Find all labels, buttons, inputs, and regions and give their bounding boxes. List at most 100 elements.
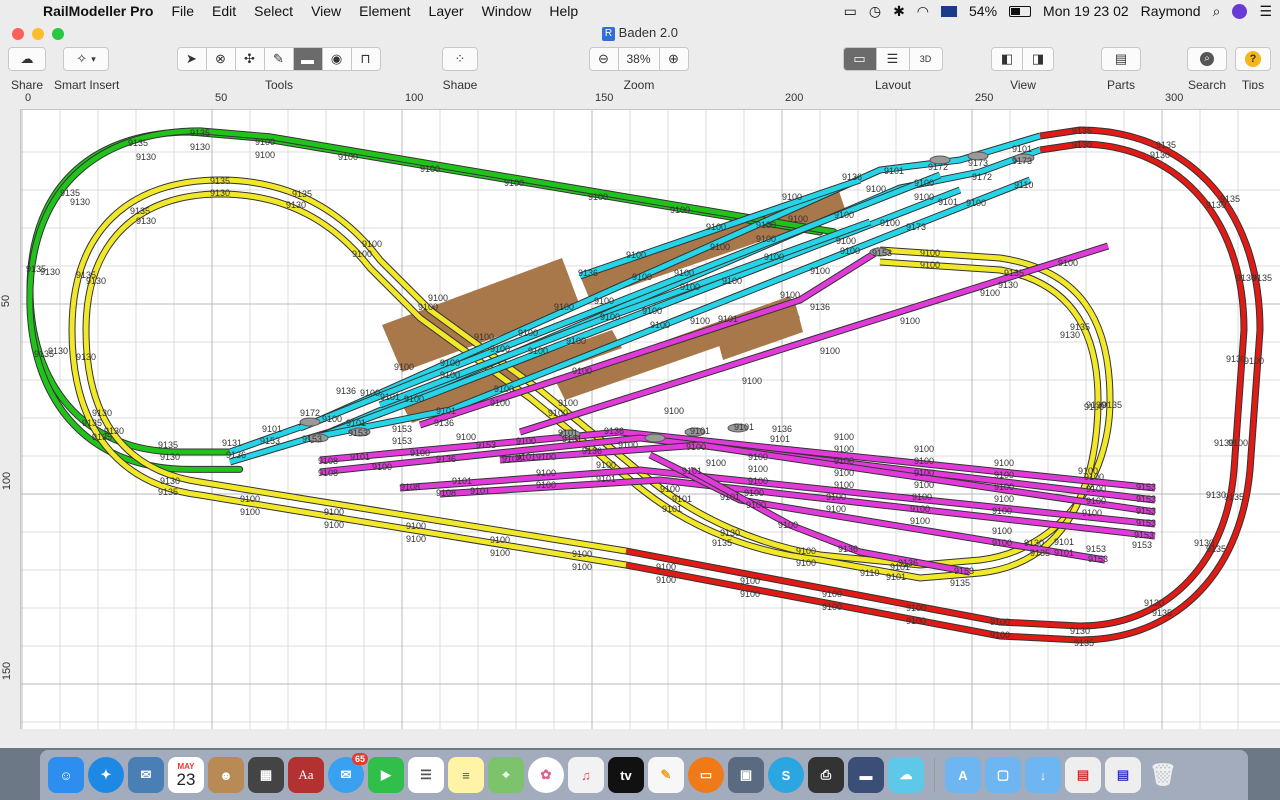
books-icon[interactable]: ▭ bbox=[688, 757, 724, 793]
track-label: 9100 bbox=[1058, 258, 1078, 268]
apple-tv-icon[interactable]: tv bbox=[608, 757, 644, 793]
ruler-tool-button[interactable]: ▬ bbox=[292, 47, 323, 71]
messages-icon[interactable]: ✉ 65 bbox=[328, 753, 368, 793]
spotlight-icon[interactable]: ⌕ bbox=[1213, 3, 1221, 20]
preview-viewer-icon[interactable]: ▣ bbox=[728, 757, 764, 793]
track-label: 9130 bbox=[1070, 626, 1090, 636]
document-icon: R bbox=[602, 26, 616, 41]
facetime-icon[interactable]: ▶ bbox=[368, 757, 404, 793]
calculator-icon[interactable]: ▦ bbox=[248, 757, 284, 793]
parts-button[interactable]: ▤ bbox=[1101, 47, 1141, 71]
documents-folder-icon[interactable]: ▢ bbox=[985, 757, 1021, 793]
track-label: 9153 bbox=[1086, 544, 1106, 554]
maps-icon[interactable]: ⌖ bbox=[488, 757, 524, 793]
reminders-icon[interactable]: ☰ bbox=[408, 757, 444, 793]
track-label: 9130 bbox=[160, 476, 180, 486]
track-label: 9135 bbox=[1220, 194, 1240, 204]
track-label: 9100 bbox=[406, 534, 426, 544]
layout-split-button[interactable]: ☰ bbox=[875, 47, 910, 71]
safari-icon[interactable]: ✦ bbox=[88, 757, 124, 793]
airplay-icon[interactable]: ▭ bbox=[844, 3, 857, 20]
finder-icon[interactable]: ☺ bbox=[48, 757, 84, 793]
zoom-value[interactable]: 38% bbox=[617, 47, 660, 71]
wifi-icon[interactable]: ◠ bbox=[917, 3, 929, 20]
layout-2d-button[interactable]: ▭ bbox=[842, 47, 877, 71]
siri-icon[interactable] bbox=[1232, 3, 1248, 19]
track-label: 9100 bbox=[660, 484, 680, 494]
track-tool-button[interactable]: ✣ bbox=[234, 47, 265, 71]
battery-percent[interactable]: 54% bbox=[969, 3, 997, 19]
photos-icon[interactable]: ✿ bbox=[528, 757, 564, 793]
track-plan[interactable]: 9135 9130 9100 9100 9100 9100 9100 9100 … bbox=[21, 110, 1280, 729]
screenshot-thumbnail-icon[interactable]: ▤ bbox=[1065, 757, 1101, 793]
share-button[interactable]: ☁ bbox=[8, 47, 46, 71]
menu-help[interactable]: Help bbox=[540, 3, 587, 19]
preview-icon[interactable]: ✉ bbox=[128, 757, 164, 793]
shape-button[interactable]: ⁘ bbox=[442, 47, 478, 71]
calendar-icon[interactable]: MAY 23 bbox=[168, 757, 204, 793]
printer-icon[interactable]: ⎙ bbox=[808, 757, 844, 793]
menu-view[interactable]: View bbox=[302, 3, 350, 19]
track-label: 9100 bbox=[504, 178, 524, 188]
notes-icon[interactable]: ≡ bbox=[448, 757, 484, 793]
music-icon[interactable]: ♫ bbox=[568, 757, 604, 793]
search-button[interactable]: ⌕ bbox=[1187, 47, 1227, 71]
bluetooth-icon[interactable]: ✱ bbox=[893, 3, 905, 20]
flag-icon[interactable] bbox=[941, 5, 958, 17]
delete-tool-button[interactable]: ⊗ bbox=[205, 47, 236, 71]
track-label: 9100 bbox=[748, 452, 768, 462]
menu-layer[interactable]: Layer bbox=[420, 3, 473, 19]
user-name[interactable]: Raymond bbox=[1141, 3, 1201, 19]
zoom-out-button[interactable]: ⊖ bbox=[588, 47, 619, 71]
layout-3d-button[interactable]: 3D bbox=[908, 47, 943, 71]
battery-icon[interactable] bbox=[1009, 5, 1032, 17]
clock[interactable]: Mon 19 23 02 bbox=[1043, 3, 1129, 19]
stamp-tool-button[interactable]: ⊓ bbox=[350, 47, 381, 71]
menu-edit[interactable]: Edit bbox=[203, 3, 245, 19]
menu-element[interactable]: Element bbox=[350, 3, 419, 19]
track-label: 9100 bbox=[914, 468, 934, 478]
app-menu[interactable]: RailModeller Pro bbox=[34, 3, 162, 19]
zoom-window-button[interactable] bbox=[52, 28, 64, 40]
zoom-in-button[interactable]: ⊕ bbox=[658, 47, 689, 71]
dictionary-icon[interactable]: Aa bbox=[288, 757, 324, 793]
track-label: 9100 bbox=[744, 488, 764, 498]
track-label: 9101 bbox=[886, 572, 906, 582]
track-label: 9100 bbox=[440, 358, 460, 368]
downloads-folder-icon[interactable]: ↓ bbox=[1025, 757, 1061, 793]
track-label: 9100 bbox=[914, 456, 934, 466]
cloud-app-icon[interactable]: ☁ bbox=[888, 757, 924, 793]
close-window-button[interactable] bbox=[12, 28, 24, 40]
applications-folder-icon[interactable]: A bbox=[945, 757, 981, 793]
pen-tool-button[interactable]: ✎ bbox=[263, 47, 294, 71]
switch-motor[interactable] bbox=[299, 417, 321, 427]
track-label: 9172 bbox=[928, 162, 948, 172]
smart-insert-button[interactable]: ✧ ▾ bbox=[63, 47, 109, 71]
notification-center-icon[interactable]: ☰ bbox=[1259, 3, 1272, 20]
track-label: 9100 bbox=[822, 589, 842, 599]
track-label: 9108 bbox=[436, 488, 456, 498]
trash-icon[interactable]: 🗑 bbox=[1145, 757, 1181, 793]
minimize-window-button[interactable] bbox=[32, 28, 44, 40]
time-machine-icon[interactable]: ◷ bbox=[869, 3, 881, 20]
skype-icon[interactable]: S bbox=[768, 757, 804, 793]
screenshot-thumbnail-icon[interactable]: ▤ bbox=[1105, 757, 1141, 793]
contacts-icon[interactable]: ☻ bbox=[208, 757, 244, 793]
left-sidebar-toggle[interactable]: ◧ bbox=[991, 47, 1023, 71]
pages-icon[interactable]: ✎ bbox=[648, 757, 684, 793]
right-sidebar-toggle[interactable]: ◨ bbox=[1022, 47, 1054, 71]
menu-file[interactable]: File bbox=[162, 3, 203, 19]
switch-motor[interactable] bbox=[644, 433, 666, 443]
ruler-tick-label: 200 bbox=[785, 92, 804, 104]
track-label: 9100 bbox=[906, 603, 926, 613]
layout-canvas[interactable]: 9135 9130 9100 9100 9100 9100 9100 9100 … bbox=[21, 110, 1280, 729]
eye-tool-button[interactable]: ◉ bbox=[321, 47, 352, 71]
track-label: 9135 bbox=[1252, 273, 1272, 283]
select-tool-button[interactable]: ➤ bbox=[176, 47, 207, 71]
track-label: 9135 bbox=[950, 578, 970, 588]
scanner-icon[interactable]: ▬ bbox=[848, 757, 884, 793]
menu-select[interactable]: Select bbox=[245, 3, 302, 19]
track-label: 9100 bbox=[670, 205, 690, 215]
tips-button[interactable]: ? bbox=[1235, 47, 1271, 71]
menu-window[interactable]: Window bbox=[473, 3, 541, 19]
